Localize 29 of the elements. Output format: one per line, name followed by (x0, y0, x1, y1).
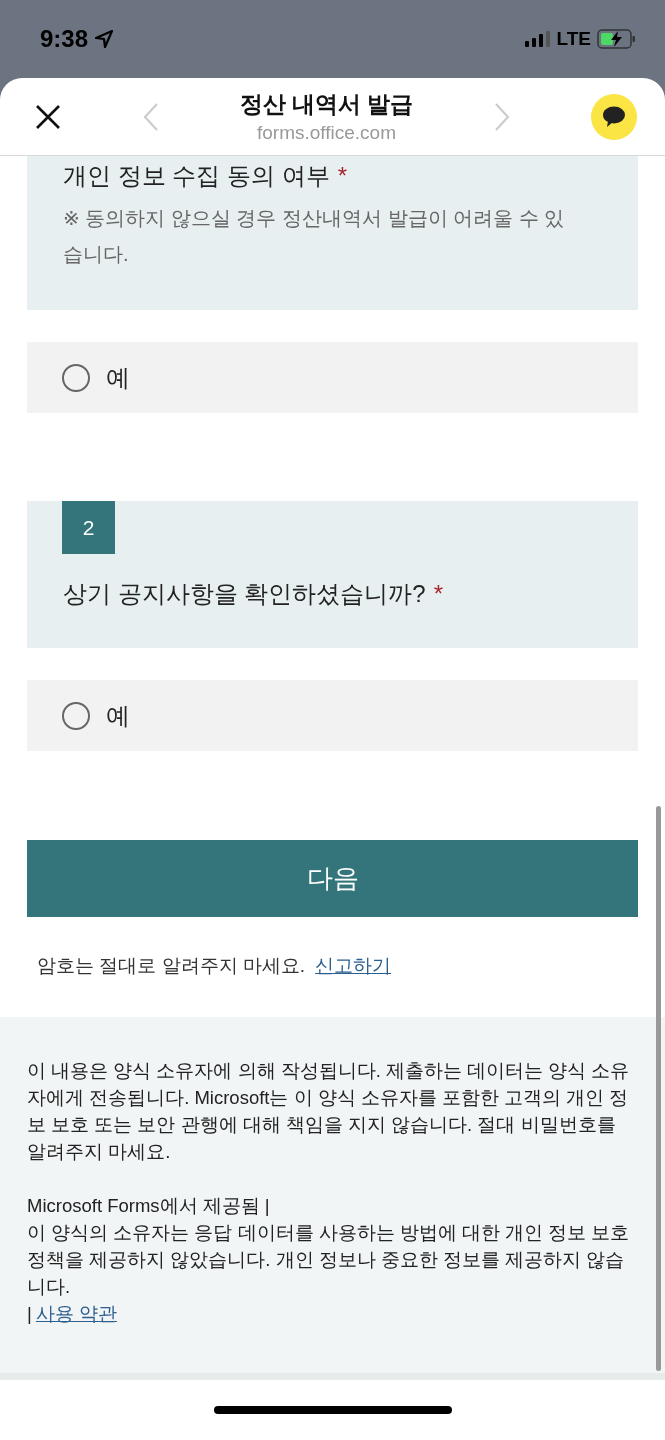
option-label: 예 (106, 700, 130, 731)
option-row[interactable]: 예 (27, 342, 638, 413)
terms-link[interactable]: 사용 약관 (35, 1300, 117, 1327)
provider-text: Microsoft Forms에서 제공됨 | (27, 1194, 271, 1218)
option-row[interactable]: 예 (27, 680, 638, 751)
privacy-text: 이 양식의 소유자는 응답 데이터를 사용하는 방법에 대한 개인 정보 보호 정책을 제공하지 않았습니다. 개인 정보나 중요한 정보를 제공하지 않습니다. (27, 1221, 631, 1299)
signal-icon (524, 31, 551, 47)
battery-charging-icon (597, 29, 637, 49)
page-title: 정산 내역서 발급 (239, 90, 414, 119)
question-note: ※ 동의하지 않으실 경우 정산내역서 발급이 어려울 수 있습니다. (63, 206, 566, 267)
separator-text: | (27, 1302, 32, 1326)
status-time: 9:38 (40, 25, 89, 53)
report-link[interactable]: 신고하기 (315, 953, 392, 979)
required-mark: * (337, 162, 347, 189)
question-title: 개인 정보 수집 동의 여부 (63, 162, 330, 189)
required-mark: * (433, 580, 444, 607)
disclaimer-text: 이 내용은 양식 소유자에 의해 작성됩니다. 제출하는 데이터는 양식 소유자에게 전송됩니다. Microsoft는 이 양식 소유자를 포함한 고객의 개인 정보 보호 또는 보안 관행에 대해 책임을 지지 않습니다. 절대 비밀번호를 알려주지 마세요. (27, 1059, 631, 1164)
option-label: 예 (106, 362, 130, 393)
question-number: 2 (62, 501, 115, 554)
next-button[interactable]: 다음 (27, 840, 638, 917)
location-arrow-icon (94, 29, 115, 49)
speech-bubble-icon (601, 105, 626, 128)
radio-button[interactable] (62, 363, 90, 392)
radio-button[interactable] (62, 701, 90, 730)
question-title: 상기 공지사항을 확인하셨습니까? (63, 580, 426, 607)
close-button[interactable] (34, 102, 62, 131)
page-url: forms.office.com (256, 122, 396, 144)
password-warning: 암호는 절대로 알려주지 마세요. (37, 954, 306, 978)
network-type: LTE (556, 28, 591, 50)
